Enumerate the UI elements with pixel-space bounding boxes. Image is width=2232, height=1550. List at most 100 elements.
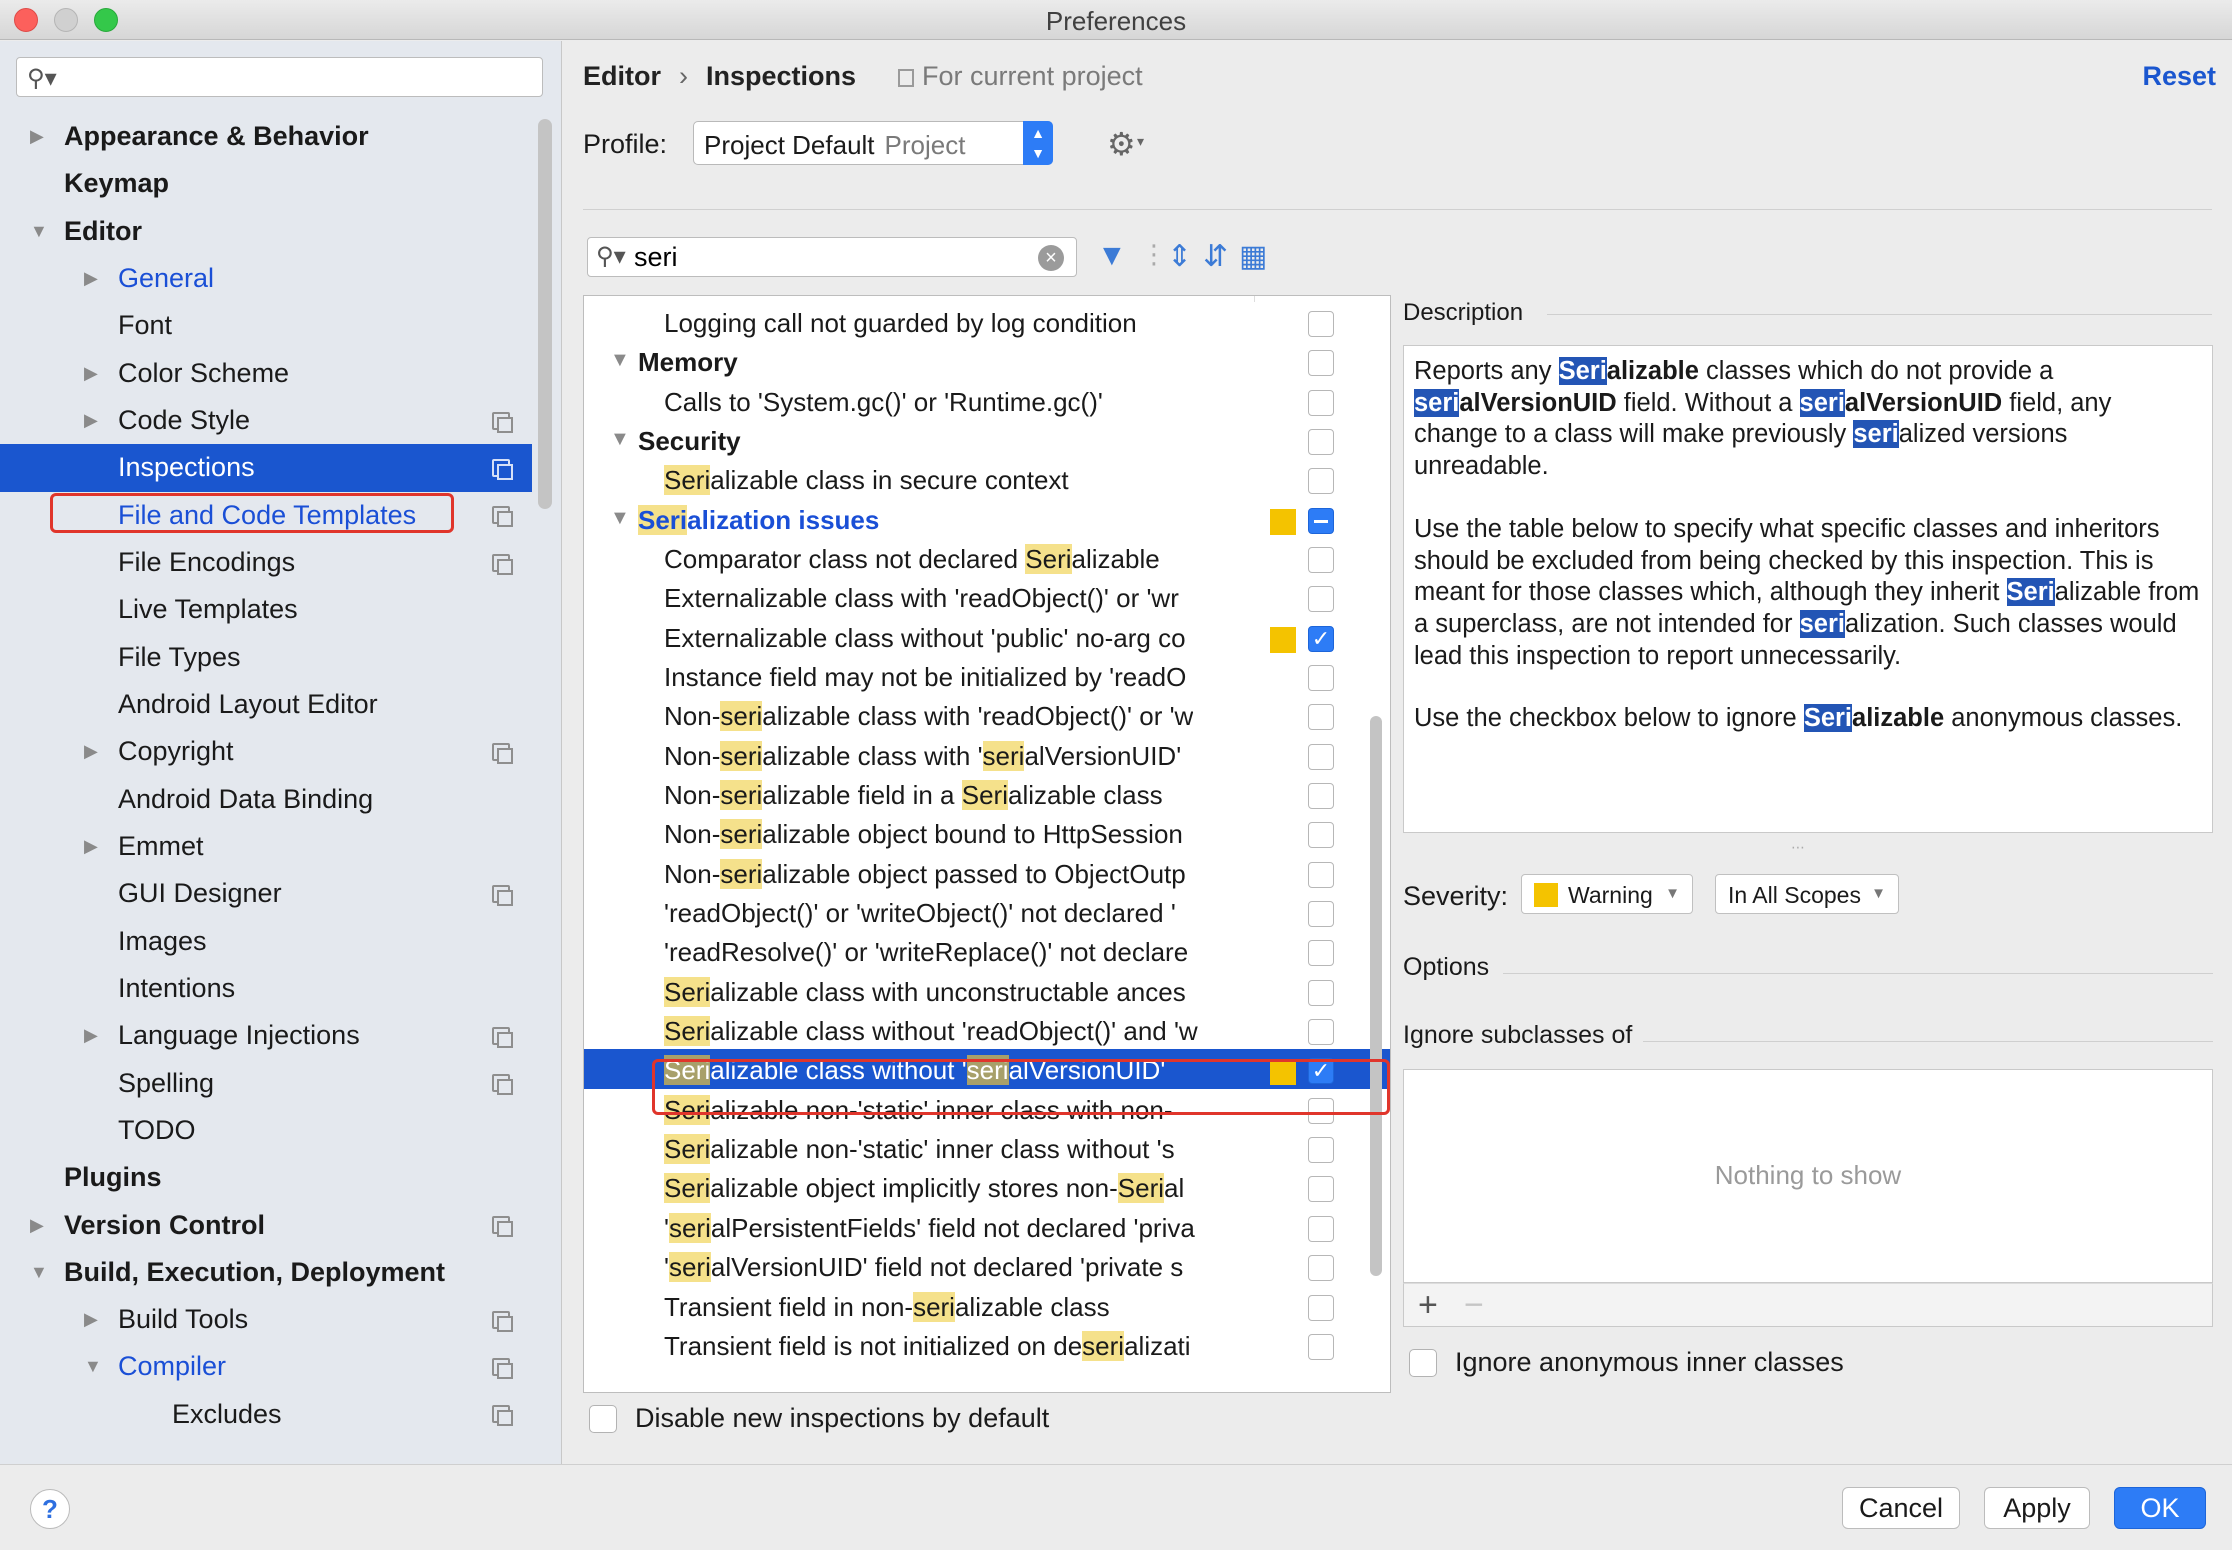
chevron-down-icon[interactable]: ▼ [610,349,630,372]
inspection-filter-input[interactable] [634,242,1014,272]
clear-search-icon[interactable]: × [1038,245,1064,271]
inspection-row[interactable]: Transient field in non-serializable clas… [584,1286,1390,1326]
inspection-enabled-checkbox[interactable] [1308,901,1334,928]
inspection-enabled-checkbox[interactable] [1308,1019,1334,1046]
gear-icon[interactable]: ⚙ [1107,125,1136,163]
chevron-down-icon[interactable]: ▼ [30,1262,48,1283]
inspection-row[interactable]: Non-serializable object passed to Object… [584,853,1390,893]
settings-search-input[interactable] [63,62,533,92]
inspection-enabled-checkbox[interactable] [1308,822,1334,849]
inspection-enabled-checkbox[interactable] [1308,940,1334,967]
inspection-row[interactable]: Serializable class with unconstructable … [584,971,1390,1011]
chevron-right-icon[interactable]: ▶ [30,126,44,147]
inspection-row[interactable]: Externalizable class without 'public' no… [584,617,1390,657]
inspection-enabled-checkbox[interactable] [1308,704,1334,731]
splitter-grip-icon[interactable]: ⋯ [1791,839,1805,856]
chevron-right-icon[interactable]: ▶ [84,836,98,857]
remove-icon[interactable]: − [1464,1286,1484,1325]
sidebar-item[interactable]: File Types [0,634,532,681]
severity-select[interactable]: Warning ▼ [1521,874,1693,914]
chevron-right-icon[interactable]: ▶ [84,268,98,289]
scope-select[interactable]: In All Scopes ▼ [1715,874,1899,914]
settings-search-box[interactable]: ⚲▾ [16,57,543,97]
inspection-row[interactable]: Comparator class not declared Serializab… [584,538,1390,578]
sidebar-item[interactable]: Spelling [0,1059,532,1106]
chevron-right-icon[interactable]: ▶ [84,1309,98,1330]
profile-select[interactable]: Project Default Project ▲ ▼ [693,121,1053,165]
inspection-row[interactable]: 'serialPersistentFields' field not decla… [584,1207,1390,1247]
sidebar-item[interactable]: ▼ Compiler [0,1343,532,1390]
sidebar-item[interactable]: Keymap [0,160,532,207]
inspection-row[interactable]: Serializable non-'static' inner class wi… [584,1128,1390,1168]
inspection-row[interactable]: Serializable class without 'readObject()… [584,1010,1390,1050]
inspection-enabled-checkbox[interactable] [1308,1255,1334,1282]
sidebar-item[interactable]: Live Templates [0,586,532,633]
sidebar-item[interactable]: Images [0,917,532,964]
cancel-button[interactable]: Cancel [1842,1487,1960,1529]
inspection-enabled-checkbox[interactable] [1308,1215,1334,1242]
inspection-enabled-checkbox[interactable] [1308,1137,1334,1164]
inspection-enabled-checkbox[interactable] [1308,1333,1334,1360]
inspection-row[interactable]: Externalizable class with 'readObject()'… [584,577,1390,617]
inspection-row[interactable]: Instance field may not be initialized by… [584,656,1390,696]
help-button[interactable]: ? [30,1489,70,1529]
inspection-row[interactable]: Transient field is not initialized on de… [584,1325,1390,1365]
inspection-enabled-checkbox[interactable] [1308,1294,1334,1321]
collapse-all-icon[interactable]: ⇵ [1203,239,1228,274]
sidebar-item[interactable]: ▶ Version Control [0,1201,532,1248]
inspection-enabled-checkbox[interactable] [1308,507,1334,534]
ignore-subclasses-list[interactable]: Nothing to show [1403,1069,2213,1283]
inspection-filter-box[interactable]: ⚲▾ × [587,237,1077,277]
sidebar-item[interactable]: Excludes [0,1391,532,1438]
inspection-enabled-checkbox[interactable] [1308,861,1334,888]
inspection-enabled-checkbox[interactable] [1308,783,1334,810]
inspection-row[interactable]: ▼ Serialization issues [584,499,1390,539]
inspection-row[interactable]: 'readResolve()' or 'writeReplace()' not … [584,931,1390,971]
inspection-row[interactable]: Non-serializable class with 'readObject(… [584,695,1390,735]
inspection-row[interactable]: ▼ Memory [584,341,1390,381]
inspection-enabled-checkbox[interactable] [1308,429,1334,456]
filter-icon[interactable]: ▼ [1097,239,1127,273]
inspection-enabled-checkbox[interactable] [1308,1176,1334,1203]
chevron-right-icon[interactable]: ▶ [84,1025,98,1046]
sidebar-scrollbar[interactable] [538,119,552,509]
chevron-down-icon[interactable]: ▼ [610,428,630,451]
ignore-anonymous-checkbox[interactable] [1409,1349,1437,1377]
inspection-enabled-checkbox[interactable] [1308,350,1334,377]
sidebar-item[interactable]: Android Layout Editor [0,681,532,728]
disable-new-inspections-checkbox[interactable] [589,1405,617,1433]
inspection-row[interactable]: Serializable object implicitly stores no… [584,1167,1390,1207]
chevron-down-icon[interactable]: ▼ [610,507,630,530]
inspection-row[interactable]: Calls to 'System.gc()' or 'Runtime.gc()' [584,381,1390,421]
inspection-row[interactable]: 'serialVersionUID' field not declared 'p… [584,1246,1390,1286]
chevron-right-icon[interactable]: ▶ [84,363,98,384]
inspection-enabled-checkbox[interactable] [1308,743,1334,770]
inspection-enabled-checkbox[interactable] [1308,586,1334,613]
chevron-right-icon[interactable]: ▶ [84,410,98,431]
breadcrumb-editor[interactable]: Editor [583,61,661,91]
inspection-row[interactable]: 'readObject()' or 'writeObject()' not de… [584,892,1390,932]
inspection-enabled-checkbox[interactable]: ✓ [1308,625,1334,652]
sidebar-item[interactable]: ▶ General [0,255,532,302]
sidebar-item[interactable]: ▶ Emmet [0,823,532,870]
inspection-row[interactable]: Logging call not guarded by log conditio… [584,302,1390,342]
inspection-row[interactable]: Non-serializable object bound to HttpSes… [584,813,1390,853]
apply-button[interactable]: Apply [1984,1487,2090,1529]
sidebar-item[interactable]: ▼ Build, Execution, Deployment [0,1249,532,1296]
add-icon[interactable]: + [1418,1286,1438,1325]
inspection-enabled-checkbox[interactable] [1308,311,1334,337]
inspection-row[interactable]: Non-serializable field in a Serializable… [584,774,1390,814]
inspection-tree-scrollbar[interactable] [1370,716,1382,1276]
sidebar-item[interactable]: TODO [0,1107,532,1154]
inspection-row[interactable]: ▼ Security [584,420,1390,460]
sidebar-item[interactable]: Font [0,302,532,349]
inspection-enabled-checkbox[interactable] [1308,665,1334,692]
chevron-right-icon[interactable]: ▶ [84,741,98,762]
sidebar-item[interactable]: ▶ Language Injections [0,1012,532,1059]
sidebar-item[interactable]: ▶ Copyright [0,728,532,775]
inspection-enabled-checkbox[interactable] [1308,389,1334,416]
reset-link[interactable]: Reset [2142,61,2216,92]
inspection-row[interactable]: Non-serializable class with 'serialVersi… [584,735,1390,775]
sidebar-item[interactable]: ▶ Build Tools [0,1296,532,1343]
chevron-down-icon[interactable]: ▼ [84,1356,102,1377]
